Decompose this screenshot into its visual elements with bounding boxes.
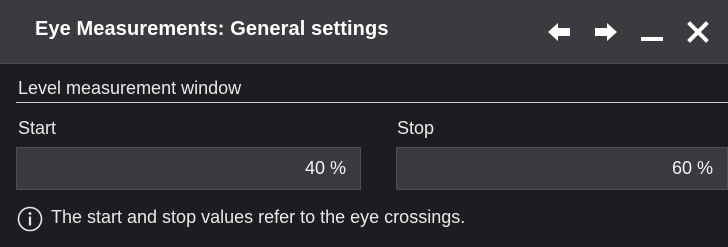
start-label: Start [18, 118, 57, 138]
stop-value: 60 % [671, 158, 713, 178]
dialog-title: Eye Measurements: General settings [35, 18, 389, 40]
close-icon [687, 21, 709, 43]
info-icon [17, 206, 43, 232]
section-title: Level measurement window [18, 78, 242, 98]
minimize-icon [641, 37, 663, 41]
arrow-right-icon [595, 23, 617, 41]
title-bar[interactable]: Eye Measurements: General settings [0, 0, 728, 64]
start-value: 40 % [304, 158, 346, 178]
stop-label: Stop [397, 118, 435, 138]
section-divider [16, 102, 728, 103]
stop-input[interactable]: 60 % [396, 147, 728, 190]
arrow-left-icon [548, 23, 570, 41]
info-message: The start and stop values refer to the e… [51, 207, 466, 227]
close-button[interactable] [680, 14, 716, 50]
forward-button[interactable] [588, 14, 624, 50]
eye-measurements-dialog: Eye Measurements: General settings Level… [0, 0, 728, 247]
start-input[interactable]: 40 % [16, 147, 361, 190]
back-button[interactable] [541, 14, 577, 50]
minimize-button[interactable] [634, 14, 670, 50]
